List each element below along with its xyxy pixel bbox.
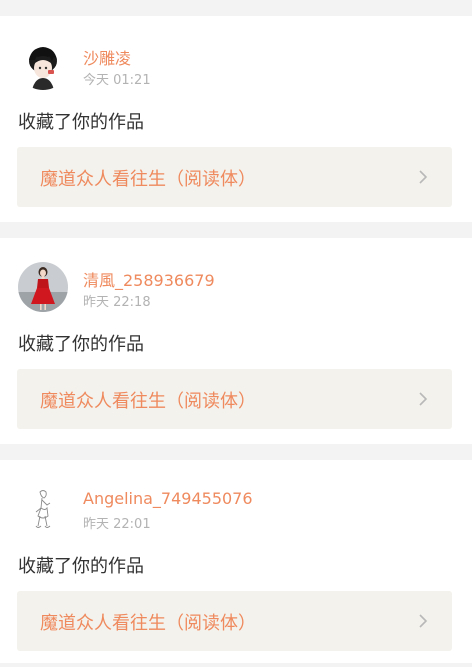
work-link[interactable]: 魔道众人看往生（阅读体） [17,369,452,429]
work-link[interactable]: 魔道众人看往生（阅读体） [17,147,452,207]
work-link[interactable]: 魔道众人看往生（阅读体） [17,591,452,651]
notification-card: 沙雕凌 今天 01:21 收藏了你的作品 魔道众人看往生（阅读体） [0,16,472,222]
red-dress-girl-avatar-icon [18,262,68,312]
timestamp: 昨天 22:01 [83,517,151,532]
notification-card: Angelina_749455076 昨天 22:01 收藏了你的作品 魔道众人… [0,460,472,663]
notification-card: 清風_258936679 昨天 22:18 收藏了你的作品 魔道众人看往生（阅读… [0,238,472,444]
action-text: 收藏了你的作品 [18,112,144,133]
user-avatar[interactable] [18,262,68,312]
chevron-right-icon [419,170,428,184]
user-avatar[interactable] [18,40,68,90]
username[interactable]: 清風_258936679 [83,267,215,291]
timestamp: 昨天 22:18 [83,295,151,310]
chevron-right-icon [419,392,428,406]
work-title: 魔道众人看往生（阅读体） [40,169,256,190]
work-title: 魔道众人看往生（阅读体） [40,613,256,634]
action-text: 收藏了你的作品 [18,334,144,355]
action-text: 收藏了你的作品 [18,556,144,577]
anime-boy-avatar-icon [18,40,68,90]
work-title: 魔道众人看往生（阅读体） [40,391,256,412]
username[interactable]: 沙雕凌 [83,45,131,69]
chevron-right-icon [419,614,428,628]
username[interactable]: Angelina_749455076 [83,489,253,508]
notification-feed: 沙雕凌 今天 01:21 收藏了你的作品 魔道众人看往生（阅读体） 清風_258… [0,0,472,667]
timestamp: 今天 01:21 [83,73,151,88]
user-avatar[interactable] [18,484,68,534]
sketch-figure-avatar-icon [18,484,68,534]
